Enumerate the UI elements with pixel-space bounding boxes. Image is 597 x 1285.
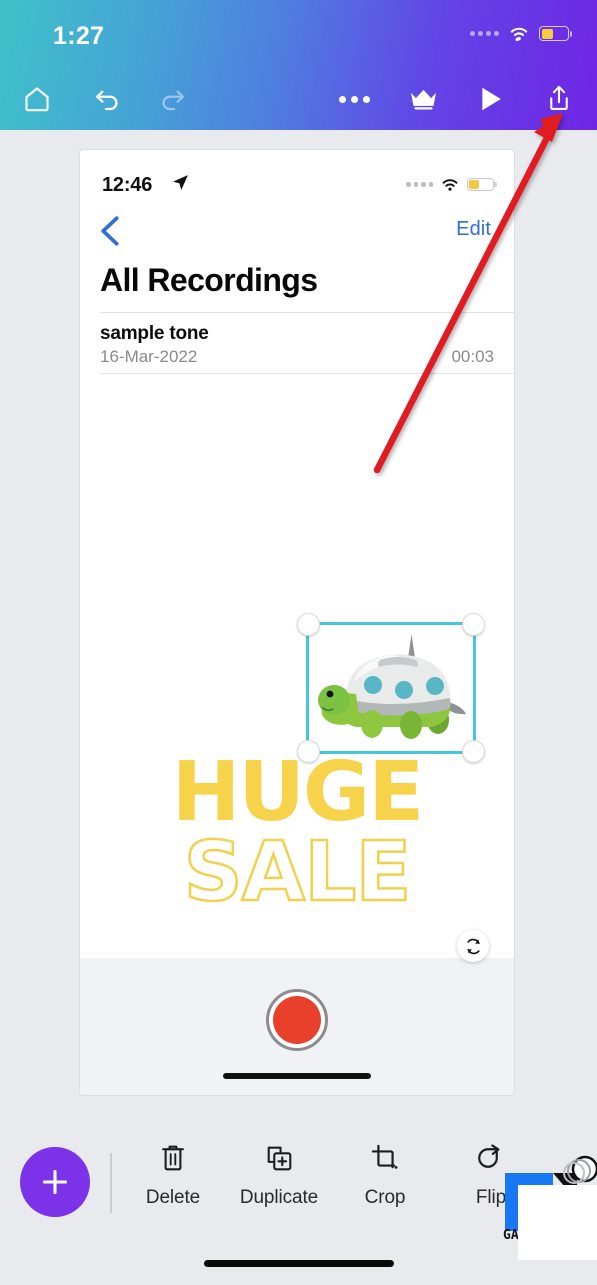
screenshot-nav-bar: Edit (80, 212, 514, 254)
tool-label: Crop (364, 1187, 406, 1208)
share-export-button[interactable] (536, 76, 582, 122)
app-header: 1:27 (0, 0, 597, 130)
headline-line-2[interactable]: SALE (80, 830, 514, 914)
device-clock: 1:27 (53, 22, 105, 50)
share-export-icon (550, 85, 568, 110)
headline-line-1[interactable]: HUGE (80, 752, 514, 834)
crop-icon (371, 1144, 397, 1169)
screenshot-clock: 12:46 (102, 174, 153, 196)
selection-box[interactable] (297, 613, 485, 763)
crown-icon (410, 89, 436, 110)
system-home-indicator (203, 1260, 394, 1267)
more-options-button[interactable] (331, 76, 377, 122)
device-status-bar: 1:27 (0, 0, 597, 68)
rotate-icon (466, 938, 480, 954)
record-circle-icon[interactable] (266, 989, 328, 1051)
tool-duplicate[interactable]: Duplicate (226, 1141, 332, 1209)
home-button[interactable] (14, 76, 60, 122)
tool-icon-wrap (265, 1141, 294, 1175)
watermark-occluder (518, 1185, 597, 1260)
screenshot-home-indicator (223, 1073, 371, 1079)
pro-upgrade-button[interactable] (400, 76, 446, 122)
undo-button[interactable] (84, 76, 130, 122)
signal-dots-icon (470, 31, 499, 36)
screenshot-bottom-bar (80, 958, 514, 1095)
design-canvas[interactable]: 12:46 Edit All Recordings sample tone 16… (80, 150, 514, 1095)
duplicate-icon (267, 1146, 291, 1170)
toolbar-divider (110, 1153, 112, 1213)
device-status-indicators (470, 25, 572, 42)
recordings-list: sample tone 16-Mar-2022 00:03 (80, 312, 514, 374)
redo-button[interactable] (150, 76, 196, 122)
tool-delete[interactable]: Delete (120, 1141, 226, 1209)
wifi-icon (442, 179, 458, 191)
location-arrow-icon (173, 175, 188, 190)
canvas-white-area: 12:46 Edit All Recordings sample tone 16… (80, 150, 514, 962)
redo-icon (162, 90, 184, 111)
edit-button[interactable]: Edit (456, 218, 491, 241)
home-icon (25, 87, 49, 112)
signal-dots-icon (406, 182, 433, 187)
undo-icon (95, 90, 118, 111)
tool-crop[interactable]: Crop (332, 1141, 438, 1209)
play-icon (482, 87, 501, 111)
resize-handle-top-right[interactable] (462, 613, 485, 636)
list-item[interactable]: sample tone 16-Mar-2022 00:03 (80, 313, 514, 373)
screenshot-page-title: All Recordings (100, 262, 318, 298)
rotate-handle[interactable] (457, 930, 489, 962)
wifi-icon (510, 27, 528, 42)
add-element-button[interactable] (20, 1147, 90, 1217)
trash-icon (162, 1145, 184, 1171)
battery-low-power-icon (467, 177, 497, 192)
preview-play-button[interactable] (468, 76, 514, 122)
more-horizontal-icon (338, 95, 370, 103)
resize-handle-top-left[interactable] (297, 613, 320, 636)
editor-toolbar (0, 68, 597, 130)
tool-icon-wrap (371, 1141, 400, 1175)
recording-duration: 00:03 (451, 347, 494, 366)
tool-label: Delete (145, 1187, 201, 1208)
list-divider-bottom (100, 373, 514, 374)
recording-date: 16-Mar-2022 (100, 347, 198, 366)
screen-root: 1:27 12:46 Edit All Recordings sample to… (0, 0, 597, 1285)
battery-low-power-icon (539, 26, 572, 41)
chevron-left-icon[interactable] (96, 214, 126, 248)
recording-name: sample tone (100, 323, 209, 344)
tool-icon-wrap (159, 1141, 187, 1175)
screenshot-status-indicators (406, 177, 497, 192)
plus-icon (42, 1169, 68, 1195)
tool-label: Duplicate (239, 1187, 319, 1208)
